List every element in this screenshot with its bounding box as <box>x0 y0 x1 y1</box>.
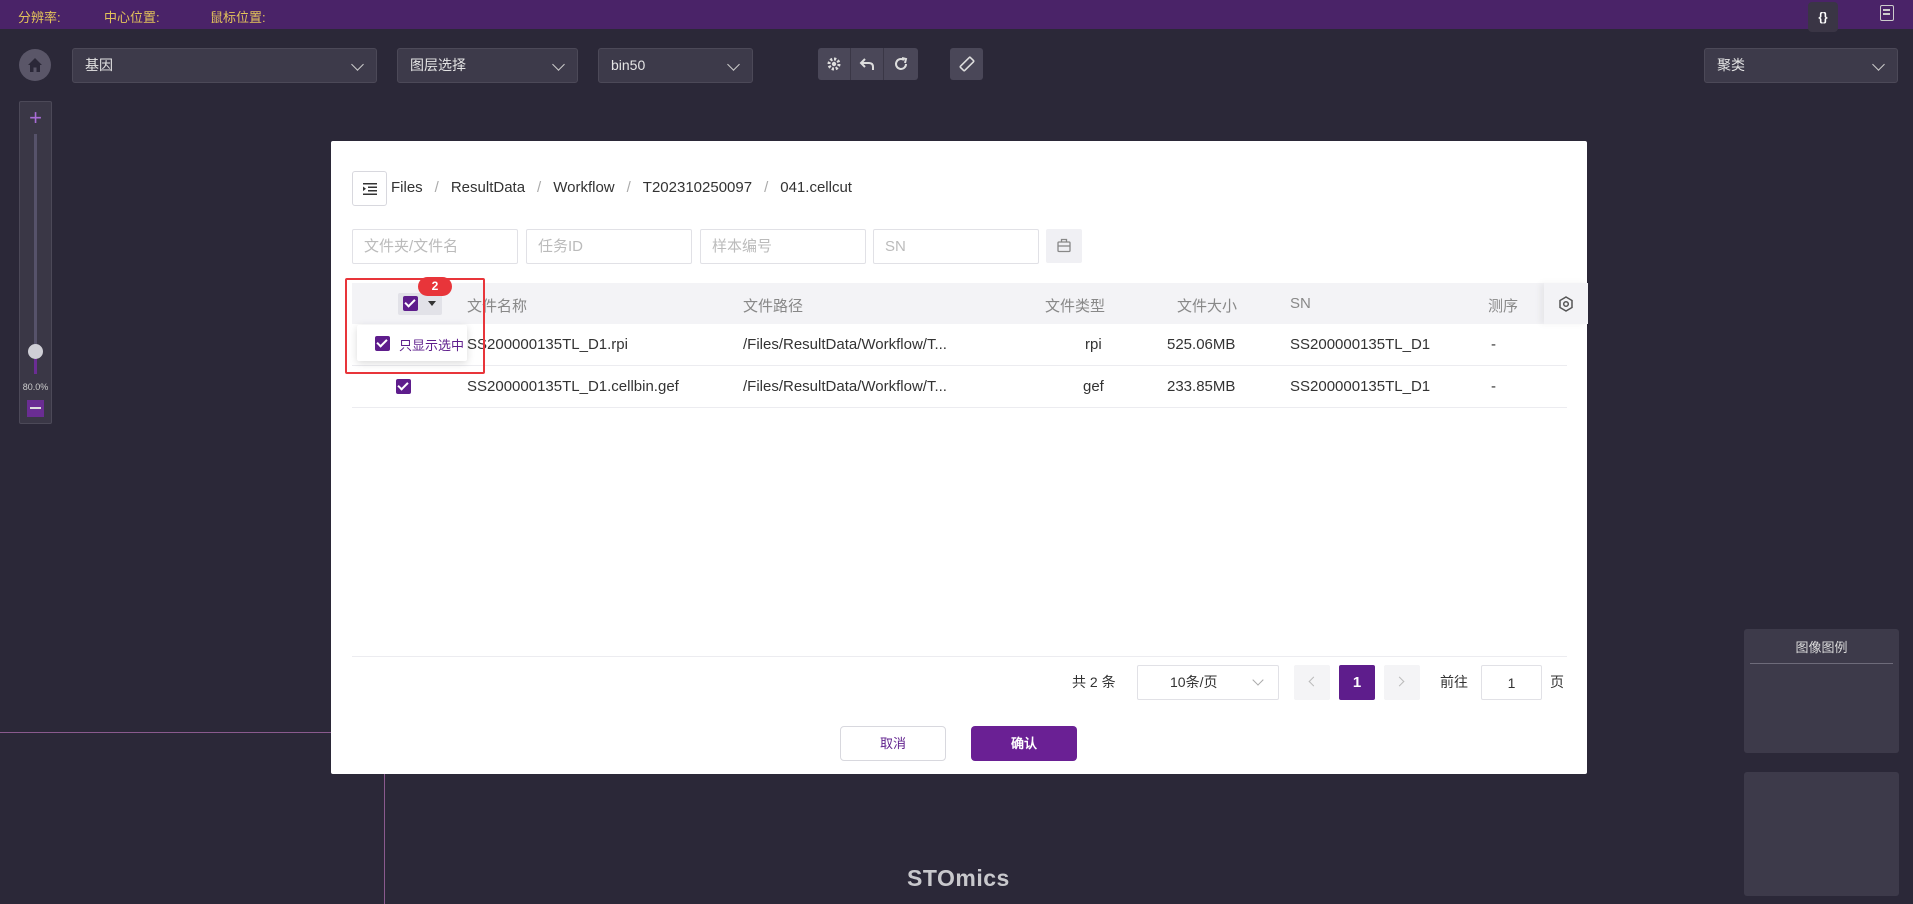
zoom-out-button[interactable] <box>27 400 44 417</box>
zoom-track[interactable] <box>34 134 37 374</box>
canvas-line <box>384 773 385 904</box>
undo-button[interactable] <box>851 48 884 80</box>
goto-page-input[interactable] <box>1481 665 1542 700</box>
column-header-path: 文件路径 <box>743 298 804 315</box>
breadcrumb: Files / ResultData / Workflow / T2023102… <box>391 179 852 196</box>
secondary-panel <box>1744 772 1899 896</box>
confirm-button[interactable]: 确认 <box>971 726 1077 761</box>
image-legend-panel: 图像图例 <box>1744 629 1899 753</box>
zoom-percent: 80.0% <box>22 382 49 392</box>
home-icon <box>28 58 42 72</box>
indent-icon <box>363 183 377 195</box>
center-position-label: 中心位置: <box>104 10 160 25</box>
file-type-cell: gef <box>1083 378 1104 395</box>
table-header: 文件名称 文件路径 文件类型 文件大小 SN 测序 <box>352 283 1588 324</box>
zoom-handle[interactable] <box>28 344 43 359</box>
bin-select-value: bin50 <box>611 57 646 73</box>
briefcase-icon <box>1057 238 1071 253</box>
canvas-line <box>0 732 331 733</box>
divider <box>352 656 1567 657</box>
folder-name-filter-input[interactable] <box>352 229 518 264</box>
chevron-left-icon <box>1308 676 1319 687</box>
refresh-icon <box>894 57 907 70</box>
layer-select-value: 图层选择 <box>410 57 466 73</box>
chevron-down-icon <box>1872 58 1885 71</box>
gear-icon <box>827 57 841 71</box>
breadcrumb-item[interactable]: ResultData <box>451 179 525 196</box>
file-path-cell: /Files/ResultData/Workflow/T... <box>743 336 947 353</box>
page-suffix: 页 <box>1550 674 1564 690</box>
cluster-select-value: 聚类 <box>1717 57 1745 73</box>
view-tool-group <box>818 48 918 80</box>
layer-select[interactable]: 图层选择 <box>397 48 578 83</box>
brand-logo: STOmics <box>907 865 1010 891</box>
file-type-cell: rpi <box>1085 336 1102 353</box>
cluster-select[interactable]: 聚类 <box>1704 48 1898 83</box>
measure-button[interactable] <box>950 48 983 80</box>
table-row[interactable]: SS200000135TL_D1.rpi /Files/ResultData/W… <box>352 324 1567 366</box>
file-size-cell: 525.06MB <box>1167 336 1236 353</box>
chevron-down-icon <box>1252 674 1264 686</box>
document-icon[interactable] <box>1880 5 1894 21</box>
column-header-sn: SN <box>1290 295 1311 312</box>
sn-cell: SS200000135TL_D1 <box>1290 378 1431 395</box>
column-header-size: 文件大小 <box>1177 298 1238 315</box>
seq-cell: - <box>1491 336 1496 353</box>
ruler-icon <box>959 56 974 72</box>
json-view-button[interactable]: {} <box>1808 2 1838 32</box>
resolution-label: 分辨率: <box>18 10 61 25</box>
refresh-button[interactable] <box>884 48 917 80</box>
prev-page-button[interactable] <box>1294 665 1330 700</box>
search-button[interactable] <box>1046 229 1082 263</box>
file-name-cell: SS200000135TL_D1.cellbin.gef <box>467 378 679 395</box>
breadcrumb-item[interactable]: 041.cellcut <box>780 179 852 196</box>
breadcrumb-item[interactable]: Workflow <box>553 179 614 196</box>
task-id-filter-input[interactable] <box>526 229 692 264</box>
column-header-type: 文件类型 <box>1045 298 1106 315</box>
bin-select[interactable]: bin50 <box>598 48 753 83</box>
zoom-in-button[interactable]: + <box>20 107 51 129</box>
page-size-select[interactable]: 10条/页 <box>1137 665 1279 700</box>
total-count: 共 2 条 <box>1072 674 1116 690</box>
breadcrumb-item[interactable]: T202310250097 <box>643 179 752 196</box>
undo-icon <box>859 58 874 70</box>
file-name-cell: SS200000135TL_D1.rpi <box>467 336 628 353</box>
goto-label: 前往 <box>1440 674 1468 690</box>
annotation-highlight <box>345 278 485 374</box>
sample-id-filter-input[interactable] <box>700 229 866 264</box>
gene-select[interactable]: 基因 <box>72 48 377 83</box>
selected-count-badge: 2 <box>418 277 452 296</box>
home-button[interactable] <box>19 49 51 81</box>
column-header-seq: 测序 <box>1488 298 1519 315</box>
chevron-down-icon <box>351 58 364 71</box>
breadcrumb-item[interactable]: Files <box>391 179 423 196</box>
chevron-down-icon <box>552 58 565 71</box>
chevron-right-icon <box>1394 676 1405 687</box>
gear-icon <box>1559 296 1573 312</box>
column-settings-button[interactable] <box>1544 283 1588 324</box>
zoom-slider: + 80.0% <box>19 101 52 424</box>
file-size-cell: 233.85MB <box>1167 378 1236 395</box>
file-select-dialog: Files / ResultData / Workflow / T2023102… <box>331 141 1588 774</box>
page-size-value: 10条/页 <box>1170 674 1218 690</box>
table-row[interactable]: SS200000135TL_D1.cellbin.gef /Files/Resu… <box>352 366 1567 408</box>
top-status-bar: 分辨率: 中心位置: 鼠标位置: {} <box>0 0 1913 32</box>
file-path-cell: /Files/ResultData/Workflow/T... <box>743 378 947 395</box>
chevron-down-icon <box>727 58 740 71</box>
next-page-button[interactable] <box>1384 665 1420 700</box>
legend-title: 图像图例 <box>1750 637 1893 664</box>
seq-cell: - <box>1491 378 1496 395</box>
mouse-position-label: 鼠标位置: <box>210 10 266 25</box>
page-number-current[interactable]: 1 <box>1339 665 1375 700</box>
cancel-button[interactable]: 取消 <box>840 726 946 761</box>
sn-filter-input[interactable] <box>873 229 1039 264</box>
gene-select-value: 基因 <box>85 57 113 73</box>
row-checkbox[interactable] <box>396 379 411 394</box>
sidebar-toggle-button[interactable] <box>352 171 387 206</box>
settings-button[interactable] <box>818 48 851 80</box>
sn-cell: SS200000135TL_D1 <box>1290 336 1431 353</box>
